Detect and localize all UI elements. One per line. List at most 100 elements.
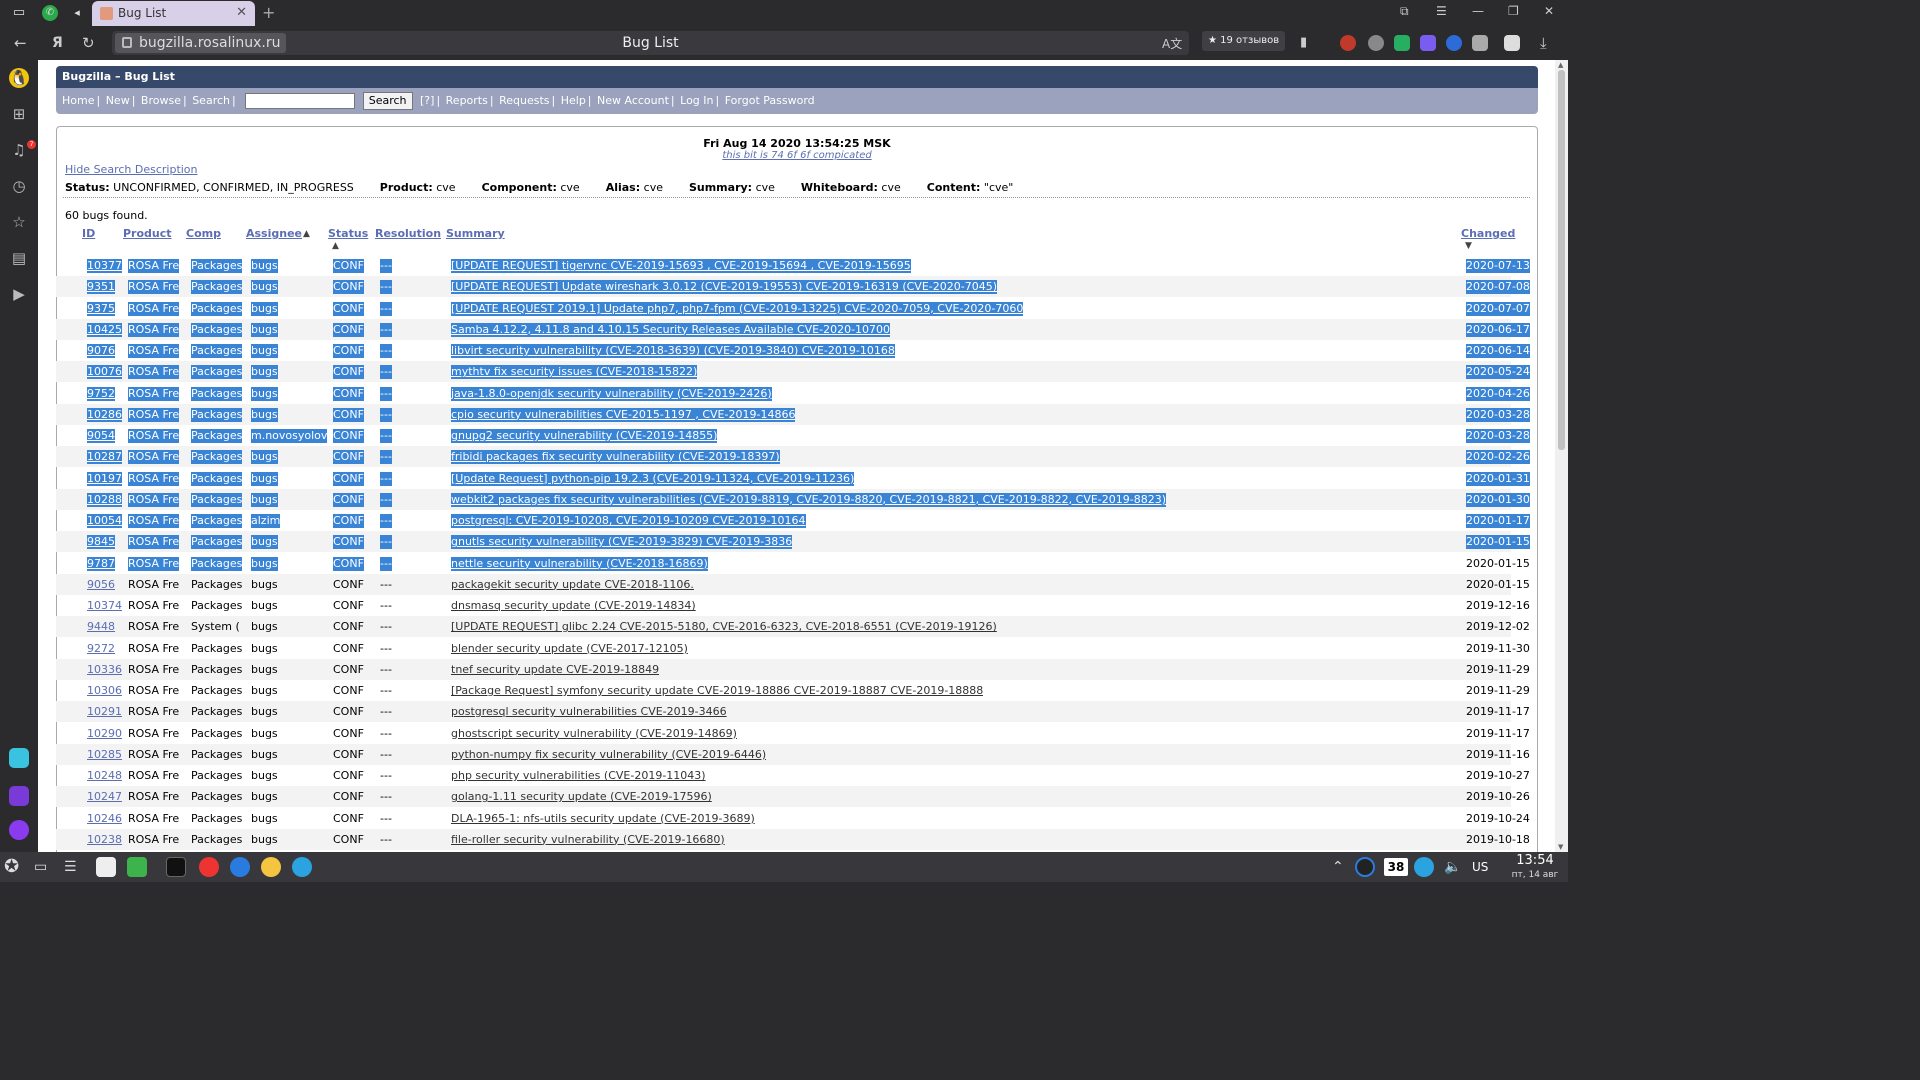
table-row[interactable]: 10238 ROSA Fre Packages bugs CONF --- file-rol… xyxy=(56,828,1530,850)
restore-icon[interactable]: ❐ xyxy=(1508,4,1519,18)
bug-summary-link[interactable]: nettle security vulnerability (CVE-2018-… xyxy=(451,556,708,571)
keyboard-layout[interactable]: US xyxy=(1472,860,1488,874)
pidgin-icon[interactable] xyxy=(261,857,281,877)
table-row[interactable]: 10306 ROSA Fre Packages bugs CONF --- [Package… xyxy=(56,680,1530,701)
bug-id-link[interactable]: 10287 xyxy=(87,450,122,465)
bug-id-link[interactable]: 10290 xyxy=(87,727,122,741)
nav-search-link[interactable]: Search xyxy=(192,94,230,107)
bug-summary-link[interactable]: libvirt security vulnerability (CVE-2018… xyxy=(451,344,895,358)
telegram-icon[interactable] xyxy=(292,857,312,877)
bookmarks-icon[interactable]: ⧉ xyxy=(1400,4,1409,19)
bug-id-link[interactable]: 10197 xyxy=(87,471,122,486)
table-row[interactable]: 10286 ROSA Fre Packages bugs CONF --- cpio sec… xyxy=(56,403,1530,425)
bug-id-link[interactable]: 10076 xyxy=(87,365,122,380)
qbittorrent-icon[interactable] xyxy=(230,857,250,877)
bug-summary-link[interactable]: dnsmasq security update (CVE-2019-14834) xyxy=(451,599,696,613)
bug-summary-link[interactable]: [UPDATE REQUEST] Update wireshark 3.0.12… xyxy=(451,280,997,295)
table-row[interactable]: 9351 ROSA Fre Packages bugs CONF --- [UPDATE R… xyxy=(56,276,1530,298)
bug-id-link[interactable]: 10306 xyxy=(87,684,122,698)
text-editor-icon[interactable] xyxy=(96,857,116,877)
bug-summary-link[interactable]: [UPDATE REQUEST] tigervnc CVE-2019-15693… xyxy=(451,259,911,273)
bug-summary-link[interactable]: postgresql: CVE-2019-10208, CVE-2019-102… xyxy=(451,514,806,528)
tab-bug-list[interactable]: Bug List ✕ xyxy=(92,1,255,26)
table-row[interactable]: 9448 ROSA Fre System (bugs CONF --- [UPDATE R… xyxy=(56,616,1530,638)
scroll-up-icon[interactable]: ▲ xyxy=(1558,61,1563,69)
bug-id-link[interactable]: 9076 xyxy=(87,344,115,358)
bug-id-link[interactable]: 10285 xyxy=(87,748,122,762)
table-row[interactable]: 10425 ROSA Fre Packages bugs CONF --- Samba 4.… xyxy=(56,318,1530,340)
alice-app-icon[interactable] xyxy=(9,786,29,806)
close-window-icon[interactable]: ✕ xyxy=(1544,4,1554,18)
bug-id-link[interactable]: 9375 xyxy=(87,301,115,316)
bug-summary-link[interactable]: golang-1.11 security update (CVE-2019-17… xyxy=(451,790,712,804)
extension-red-icon[interactable] xyxy=(1340,35,1356,51)
bug-summary-link[interactable]: php security vulnerabilities (CVE-2019-1… xyxy=(451,769,706,783)
scrollbar-thumb[interactable] xyxy=(1558,70,1565,450)
tray-app-icon[interactable] xyxy=(1355,857,1375,877)
table-row[interactable]: 10377 ROSA Fre Packages bugs CONF --- [UPDATE … xyxy=(56,255,1530,276)
minimize-icon[interactable]: — xyxy=(1472,4,1484,18)
bug-summary-link[interactable]: Samba 4.12.2, 4.11.8 and 4.10.15 Securit… xyxy=(451,322,891,337)
extension-puzzle-icon[interactable] xyxy=(1472,35,1488,51)
apps-grid-icon[interactable]: ⊞ xyxy=(9,104,29,124)
nav-new-account-link[interactable]: New Account xyxy=(597,94,669,107)
table-row[interactable]: 10287 ROSA Fre Packages bugs CONF --- fribidi … xyxy=(56,446,1530,468)
tray-number-badge[interactable]: 38 xyxy=(1384,858,1408,876)
messenger-app-icon[interactable] xyxy=(9,748,29,768)
bug-summary-link[interactable]: file-roller security vulnerability (CVE-… xyxy=(451,833,725,847)
bug-id-link[interactable]: 9054 xyxy=(87,429,115,443)
bug-summary-link[interactable]: fribidi packages fix security vulnerabil… xyxy=(451,450,780,465)
clock[interactable]: 13:54 пт, 14 авг xyxy=(1505,853,1565,883)
reload-icon[interactable]: ↻ xyxy=(82,34,95,52)
collections-icon[interactable]: ▤ xyxy=(9,248,29,268)
bug-id-link[interactable]: 10286 xyxy=(87,407,122,422)
lock-app-icon[interactable] xyxy=(127,857,147,877)
table-row[interactable]: 9375 ROSA Fre Packages bugs CONF --- [UPDATE R… xyxy=(56,298,1530,319)
table-row[interactable]: 10076 ROSA Fre Packages bugs CONF --- mythtv f… xyxy=(56,361,1530,383)
table-row[interactable]: 9787 ROSA Fre Packages bugs CONF --- nettle se… xyxy=(56,553,1530,574)
extension-purple-icon[interactable] xyxy=(1420,35,1436,51)
show-desktop-icon[interactable]: ▭ xyxy=(34,857,47,877)
bug-summary-link[interactable]: mythtv fix security issues (CVE-2018-158… xyxy=(451,365,698,380)
whatsapp-icon[interactable]: ✆ xyxy=(42,5,58,21)
table-row[interactable]: 9076 ROSA Fre Packages bugs CONF --- libvirt s… xyxy=(56,340,1530,361)
bug-summary-link[interactable]: gnupg2 security vulnerability (CVE-2019-… xyxy=(451,429,718,443)
yandex-browser-icon[interactable] xyxy=(199,857,219,877)
bug-id-link[interactable]: 9787 xyxy=(87,556,115,571)
quicksearch-help-link[interactable]: [?] xyxy=(420,94,434,107)
bug-summary-link[interactable]: webkit2 packages fix security vulnerabil… xyxy=(451,492,1167,507)
nav-login-link[interactable]: Log In xyxy=(680,94,713,107)
column-header-resolution[interactable]: Resolution xyxy=(375,227,441,240)
table-row[interactable]: 9056 ROSA Fre Packages bugs CONF --- packageki… xyxy=(56,573,1530,595)
bug-summary-link[interactable]: [Package Request] symfony security updat… xyxy=(451,684,983,698)
column-header-status[interactable]: Status xyxy=(328,227,368,240)
bug-id-link[interactable]: 10246 xyxy=(87,812,122,826)
table-row[interactable]: 10246 ROSA Fre Packages bugs CONF --- DLA-1965… xyxy=(56,808,1530,829)
bug-summary-link[interactable]: blender security update (CVE-2017-12105) xyxy=(451,642,688,656)
column-header-assignee[interactable]: Assignee xyxy=(246,227,302,240)
quicksearch-button[interactable]: Search xyxy=(362,92,413,110)
scroll-down-icon[interactable]: ▼ xyxy=(1558,843,1563,851)
quicksearch-input[interactable] xyxy=(245,93,356,109)
table-row[interactable]: 9752 ROSA Fre Packages bugs CONF --- java-1.8.… xyxy=(56,383,1530,404)
notifications-icon[interactable]: ♫ xyxy=(9,140,29,160)
bug-id-link[interactable]: 9351 xyxy=(87,280,115,295)
volume-icon[interactable]: 🔈 xyxy=(1444,857,1461,877)
table-row[interactable]: 10336 ROSA Fre Packages bugs CONF --- tnef sec… xyxy=(56,658,1530,680)
start-menu-icon[interactable]: ✪ xyxy=(4,857,19,877)
table-row[interactable]: 10291 ROSA Fre Packages bugs CONF --- postgres… xyxy=(56,701,1530,723)
bug-summary-link[interactable]: tnef security update CVE-2019-18849 xyxy=(451,663,659,677)
download-icon[interactable]: ⤓ xyxy=(1540,34,1547,52)
bug-id-link[interactable]: 9272 xyxy=(87,642,115,656)
bug-id-link[interactable]: 9752 xyxy=(87,386,115,401)
back-icon[interactable]: ← xyxy=(14,34,27,52)
bug-id-link[interactable]: 9056 xyxy=(87,578,115,592)
bug-summary-link[interactable]: gnutls security vulnerability (CVE-2019-… xyxy=(451,535,793,550)
table-row[interactable]: 9845 ROSA Fre Packages bugs CONF --- gnutls se… xyxy=(56,531,1530,553)
page-scrollbar[interactable]: ▲ ▼ xyxy=(1555,60,1568,852)
column-header-changed[interactable]: Changed xyxy=(1461,227,1515,240)
bug-id-link[interactable]: 10247 xyxy=(87,790,122,804)
shield-icon[interactable] xyxy=(1394,35,1410,51)
bug-summary-link[interactable]: packagekit security update CVE-2018-1106… xyxy=(451,578,694,592)
bug-summary-link[interactable]: [Update Request] python-pip 19.2.3 (CVE-… xyxy=(451,471,855,486)
